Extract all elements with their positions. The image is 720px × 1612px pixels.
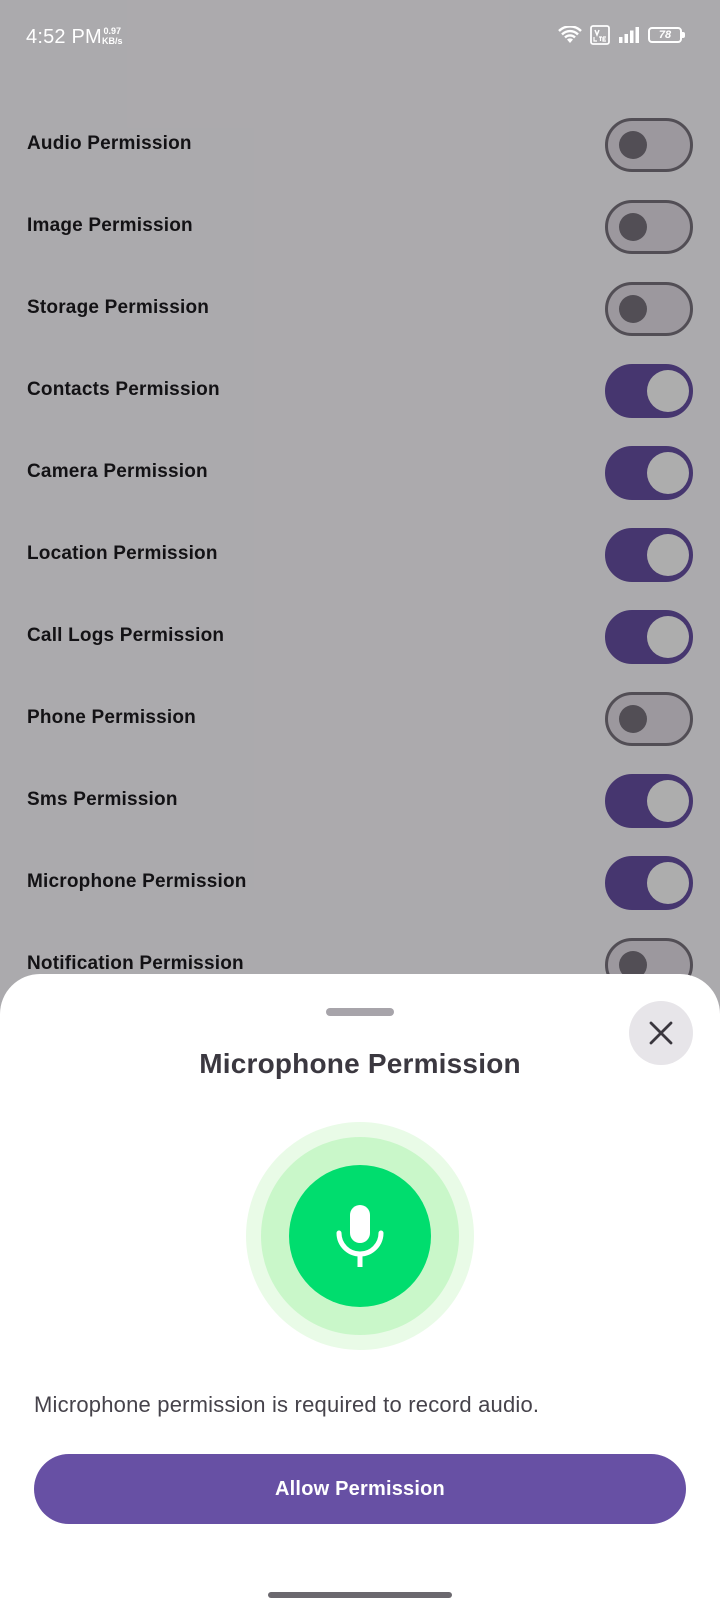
permission-bottom-sheet: Microphone Permission Microphone permiss… xyxy=(0,974,720,1612)
wifi-icon xyxy=(558,26,582,43)
mic-badge xyxy=(289,1165,431,1307)
network-speed-value: 0.97 xyxy=(103,26,122,36)
home-indicator xyxy=(268,1592,452,1598)
network-speed-unit: KB/s xyxy=(102,36,123,46)
status-bar: 4:52 PM 0.97 KB/s 78 xyxy=(0,0,720,76)
sheet-title: Microphone Permission xyxy=(199,1048,521,1079)
drag-handle[interactable] xyxy=(326,1008,394,1016)
network-speed: 0.97 KB/s xyxy=(102,26,123,46)
volte-icon xyxy=(590,25,610,45)
battery-icon: 78 xyxy=(648,27,685,43)
allow-permission-button[interactable]: Allow Permission xyxy=(34,1454,686,1524)
sheet-description: Microphone permission is required to rec… xyxy=(34,1392,540,1417)
close-icon xyxy=(649,1021,673,1045)
status-icons: 78 xyxy=(558,25,685,45)
status-time: 4:52 PM xyxy=(26,26,102,48)
microphone-icon xyxy=(336,1205,384,1267)
screen: 4:52 PM 0.97 KB/s 78 Audio Permission Im… xyxy=(0,0,720,1612)
signal-icon xyxy=(619,27,639,43)
